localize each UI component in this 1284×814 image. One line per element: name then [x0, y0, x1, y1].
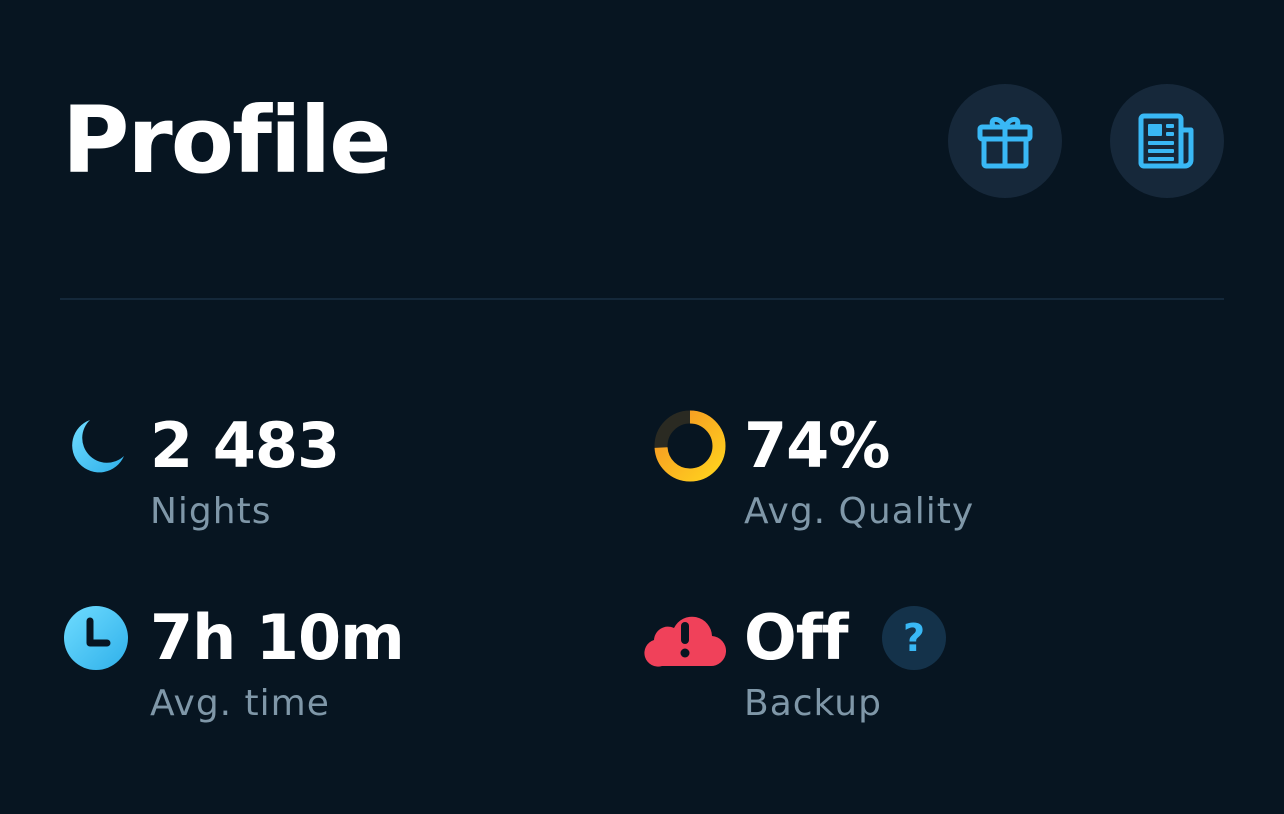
nights-label: Nights: [150, 491, 272, 532]
cloud-alert-icon: [644, 600, 726, 676]
backup-value: Off: [744, 601, 849, 674]
profile-screen: Profile 2 483 Nights 74% Avg. Quality 7h…: [0, 0, 1284, 814]
gift-icon: [977, 116, 1033, 169]
avg-time-label: Avg. time: [150, 683, 330, 724]
moon-icon: [58, 408, 134, 484]
quality-value: 74%: [744, 409, 890, 482]
quality-ring-icon: [652, 408, 728, 484]
gift-button[interactable]: [948, 84, 1062, 198]
stat-nights: 2 483 Nights: [58, 408, 578, 548]
stat-avg-time: 7h 10m Avg. time: [58, 600, 578, 740]
news-button[interactable]: [1110, 84, 1224, 198]
page-title: Profile: [62, 87, 391, 194]
stat-backup: Off ? Backup: [644, 600, 1212, 740]
clock-icon: [58, 600, 134, 676]
newspaper-icon: [1138, 113, 1194, 169]
stat-quality: 74% Avg. Quality: [652, 408, 1212, 548]
backup-label: Backup: [744, 683, 882, 724]
divider: [60, 298, 1224, 300]
nights-value: 2 483: [150, 409, 340, 482]
backup-help-button[interactable]: ?: [882, 606, 946, 670]
avg-time-value: 7h 10m: [150, 601, 405, 674]
quality-label: Avg. Quality: [744, 491, 975, 532]
